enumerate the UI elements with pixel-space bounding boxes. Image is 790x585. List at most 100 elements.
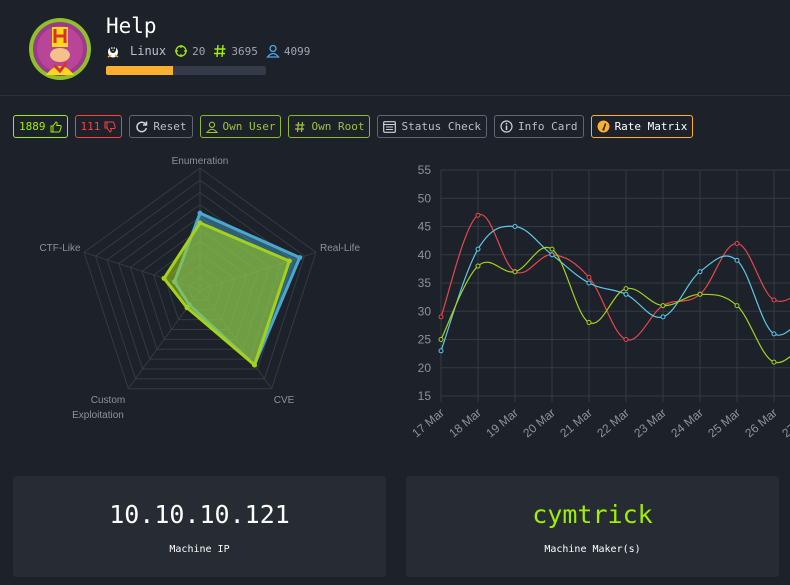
series-point[interactable]	[734, 240, 740, 246]
series-point[interactable]	[771, 331, 777, 337]
y-tick-label: 15	[418, 389, 432, 403]
x-tick-label: 26 Mar	[742, 406, 780, 440]
header-divider	[0, 95, 790, 96]
series-point[interactable]	[475, 263, 481, 269]
dislike-button[interactable]: 111	[74, 115, 123, 138]
dislike-count: 111	[80, 120, 101, 133]
radar-axis-label: Enumeration	[172, 156, 229, 167]
series-point[interactable]	[734, 303, 740, 309]
x-tick-label: 19 Mar	[483, 406, 521, 440]
series-point[interactable]	[549, 252, 555, 258]
x-tick-label: 18 Mar	[446, 406, 484, 440]
series-point[interactable]	[512, 269, 518, 275]
radar-axis-label: Real-Life	[320, 243, 360, 254]
points-value: 20	[192, 44, 206, 58]
machine-maker-card: cymtrick Machine Maker(s)	[406, 476, 779, 577]
y-tick-label: 25	[418, 333, 432, 347]
radar-point	[251, 362, 257, 368]
thumbs-down-icon	[104, 121, 117, 133]
radar-point	[161, 275, 167, 281]
series-point[interactable]	[771, 297, 777, 303]
rating-radar-chart: Enumeration Real-Life CVE Custom Exploitatio…	[39, 156, 360, 421]
reset-button[interactable]: Reset	[129, 115, 193, 138]
reset-label: Reset	[153, 120, 187, 133]
machine-name: Help	[106, 14, 157, 38]
machine-maker-value[interactable]: cymtrick	[406, 500, 779, 529]
own-user-button[interactable]: Own User	[199, 115, 282, 138]
y-tick-label: 55	[418, 163, 432, 177]
info-card-button[interactable]: Info Card	[493, 115, 584, 138]
series-point[interactable]	[623, 337, 629, 342]
machine-ip-label: Machine IP	[169, 544, 230, 555]
series-point[interactable]	[586, 280, 592, 286]
os-label: Linux	[130, 44, 167, 58]
radar-axis-label: Exploitation	[72, 410, 124, 421]
x-tick-label: 17 Mar	[409, 406, 447, 440]
x-tick-label: 21 Mar	[557, 406, 595, 440]
radar-axis-label: CVE	[274, 395, 295, 406]
thumbs-up-icon	[50, 120, 62, 132]
series-point[interactable]	[475, 212, 481, 218]
series-point[interactable]	[660, 314, 666, 320]
y-tick-label: 45	[418, 220, 432, 234]
info-icon	[500, 120, 513, 133]
points-icon	[175, 45, 188, 57]
series-point[interactable]	[771, 359, 777, 365]
own-root-button[interactable]: Own Root	[288, 115, 371, 138]
x-tick-label: 24 Mar	[668, 406, 706, 440]
radar-point	[286, 258, 292, 264]
y-tick-label: 40	[418, 248, 432, 262]
x-tick-label: 22 Mar	[594, 406, 632, 440]
series-point[interactable]	[623, 286, 629, 292]
radar-axis-label: Custom	[91, 395, 125, 406]
status-check-button[interactable]: Status Check	[377, 115, 487, 138]
info-card-label: Info Card	[517, 120, 578, 133]
y-tick-label: 20	[418, 361, 432, 375]
hashtag-icon	[295, 121, 305, 132]
series-point[interactable]	[734, 257, 740, 263]
x-tick-label: 25 Mar	[705, 406, 743, 440]
like-button[interactable]: 1889	[13, 115, 68, 138]
machine-ip-value: 10.10.10.121	[109, 500, 290, 529]
machine-header: Help Linux 20 3695 4099	[0, 0, 790, 100]
y-tick-label: 50	[418, 191, 432, 205]
rate-matrix-button[interactable]: Rate Matrix	[590, 115, 694, 138]
machine-toolbar: 1889 111 Reset Own User Own Root Status …	[13, 115, 700, 138]
rate-matrix-label: Rate Matrix	[614, 120, 688, 133]
user-icon	[266, 44, 280, 58]
x-tick-label: 20 Mar	[520, 406, 558, 440]
machine-avatar	[29, 18, 91, 80]
y-tick-label: 30	[418, 304, 432, 318]
x-tick-label: 27 Mar	[779, 406, 790, 440]
machine-ip-card: 10.10.10.121 Machine IP	[13, 476, 386, 577]
user-owns-value: 3695	[231, 44, 258, 58]
y-tick-label: 35	[418, 276, 432, 290]
rating-line-chart: 15 20 25 30 35 40 45 50 55 17 Mar 18 Mar 19 Mar 20 M…	[409, 163, 790, 440]
series-point[interactable]	[660, 303, 666, 309]
own-root-label: Own Root	[311, 120, 365, 133]
series-point[interactable]	[438, 314, 444, 320]
series-point[interactable]	[586, 320, 592, 326]
radar-point	[297, 255, 303, 261]
series-point[interactable]	[697, 269, 703, 275]
series-line	[440, 214, 790, 341]
machine-meta: Linux 20 3695 4099	[106, 43, 318, 59]
status-check-label: Status Check	[401, 120, 481, 133]
hashtag-icon	[214, 44, 226, 58]
owned-progress-bar	[106, 66, 266, 75]
radar-point	[184, 305, 190, 311]
machine-maker-label: Machine Maker(s)	[544, 544, 641, 555]
series-point[interactable]	[623, 291, 629, 297]
series-point[interactable]	[512, 224, 518, 229]
series-point[interactable]	[586, 274, 592, 280]
radar-point	[197, 220, 203, 226]
series-point[interactable]	[438, 337, 444, 342]
series-point[interactable]	[549, 246, 555, 252]
series-point[interactable]	[475, 246, 481, 252]
series-point[interactable]	[438, 348, 444, 354]
terminal-icon	[383, 120, 397, 133]
user-icon	[205, 121, 218, 133]
linux-icon	[107, 45, 119, 58]
radar-point	[197, 210, 203, 216]
series-point[interactable]	[697, 291, 703, 297]
